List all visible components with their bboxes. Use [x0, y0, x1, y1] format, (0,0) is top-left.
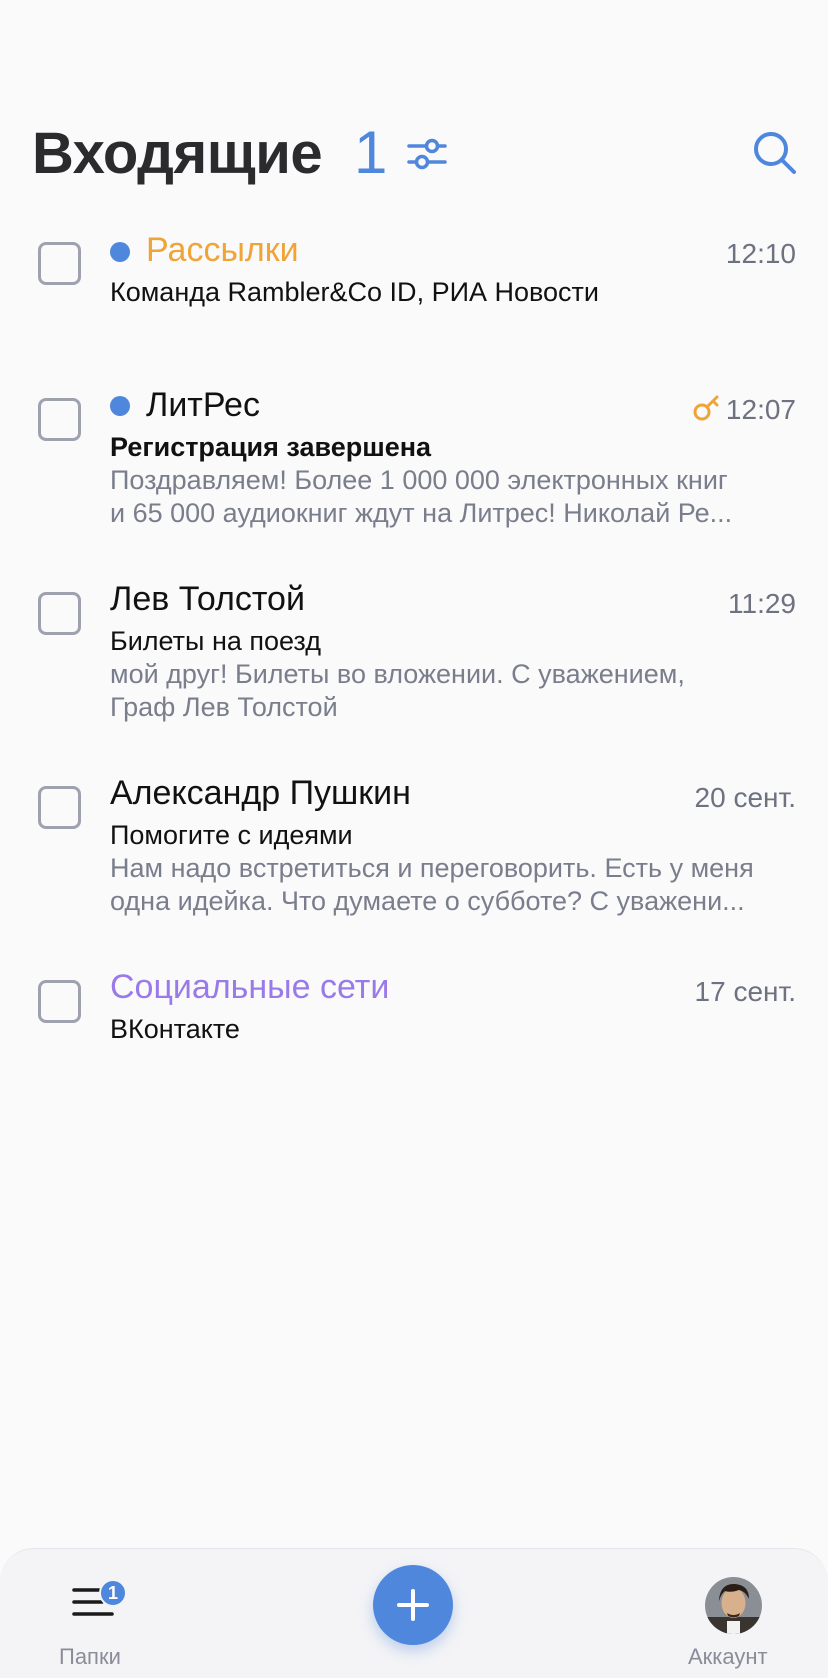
plus-icon — [397, 1589, 429, 1621]
search-button[interactable] — [752, 130, 798, 176]
mail-subject: Помогите с идеями — [110, 820, 353, 850]
mail-checkbox[interactable] — [38, 786, 81, 829]
account-avatar[interactable] — [705, 1577, 762, 1634]
mail-subject-main: Команда Rambler&Co ID — [110, 277, 417, 307]
folders-label: Папки — [59, 1644, 121, 1669]
mail-sender: Лев Толстой — [110, 580, 305, 618]
avatar-portrait — [705, 1577, 762, 1634]
mail-checkbox[interactable] — [38, 242, 81, 285]
mail-time: 17 сент. — [694, 976, 796, 1007]
mail-preview-line-2: и 65 000 аудиокниг ждут на Литрес! Никол… — [110, 498, 733, 528]
mail-time: 12:07 — [725, 394, 796, 425]
mail-item[interactable]: Рассылки 12:10 Команда Rambler&Co ID, РИ… — [0, 230, 828, 350]
mail-preview-line-2: Граф Лев Толстой — [110, 692, 338, 722]
mail-sender: Александр Пушкин — [110, 774, 411, 812]
inbox-header: Входящие 1 — [32, 112, 798, 192]
mail-preview-line-1: мой друг! Билеты во вложении. С уважение… — [110, 659, 685, 689]
mail-sender: Социальные сети — [110, 968, 390, 1006]
mail-subject: Билеты на поезд — [110, 626, 321, 656]
mail-sender: Рассылки — [146, 231, 299, 269]
page-title: Входящие — [32, 121, 323, 186]
mail-time: 20 сент. — [694, 782, 796, 813]
compose-button[interactable] — [373, 1565, 453, 1645]
account-label: Аккаунт — [688, 1644, 768, 1669]
mail-time: 11:29 — [728, 588, 796, 619]
sliders-icon — [407, 138, 447, 170]
unread-dot — [110, 396, 130, 416]
inbox-screen: Входящие 1 Рассылки 12:10 Команда Ramble… — [0, 0, 828, 1678]
search-icon — [754, 132, 796, 174]
mail-checkbox[interactable] — [38, 398, 81, 441]
mail-sender: ЛитРес — [146, 386, 260, 424]
mail-subject: Регистрация завершена — [110, 432, 432, 462]
mail-item[interactable]: Лев Толстой 11:29 Билеты на поезд мой др… — [0, 580, 828, 730]
mail-subject: Команда Rambler&Co ID, РИА Новости — [110, 277, 599, 308]
mail-checkbox[interactable] — [38, 980, 81, 1023]
mail-preview-line-1: Нам надо встретиться и переговорить. Ест… — [110, 853, 754, 883]
mail-item[interactable]: ЛитРес 12:07 Регистрация завершена Поздр… — [0, 386, 828, 536]
mail-time: 12:10 — [725, 238, 796, 269]
folders-badge: 1 — [99, 1579, 127, 1607]
unread-dot — [110, 242, 130, 262]
mail-preview-line-1: Поздравляем! Более 1 000 000 электронных… — [110, 465, 728, 495]
mail-item[interactable]: Социальные сети 17 сент. ВКонтакте — [0, 968, 828, 1058]
unread-count: 1 — [354, 119, 388, 186]
mail-subject: ВКонтакте — [110, 1014, 240, 1044]
mail-item[interactable]: Александр Пушкин 20 сент. Помогите с иде… — [0, 774, 828, 924]
key-icon — [693, 395, 719, 421]
filter-button[interactable] — [405, 134, 449, 174]
mail-checkbox[interactable] — [38, 592, 81, 635]
mail-subject-rest: , РИА Новости — [416, 277, 600, 307]
mail-preview-line-2: одна идейка. Что думаете о субботе? С ув… — [110, 886, 745, 916]
